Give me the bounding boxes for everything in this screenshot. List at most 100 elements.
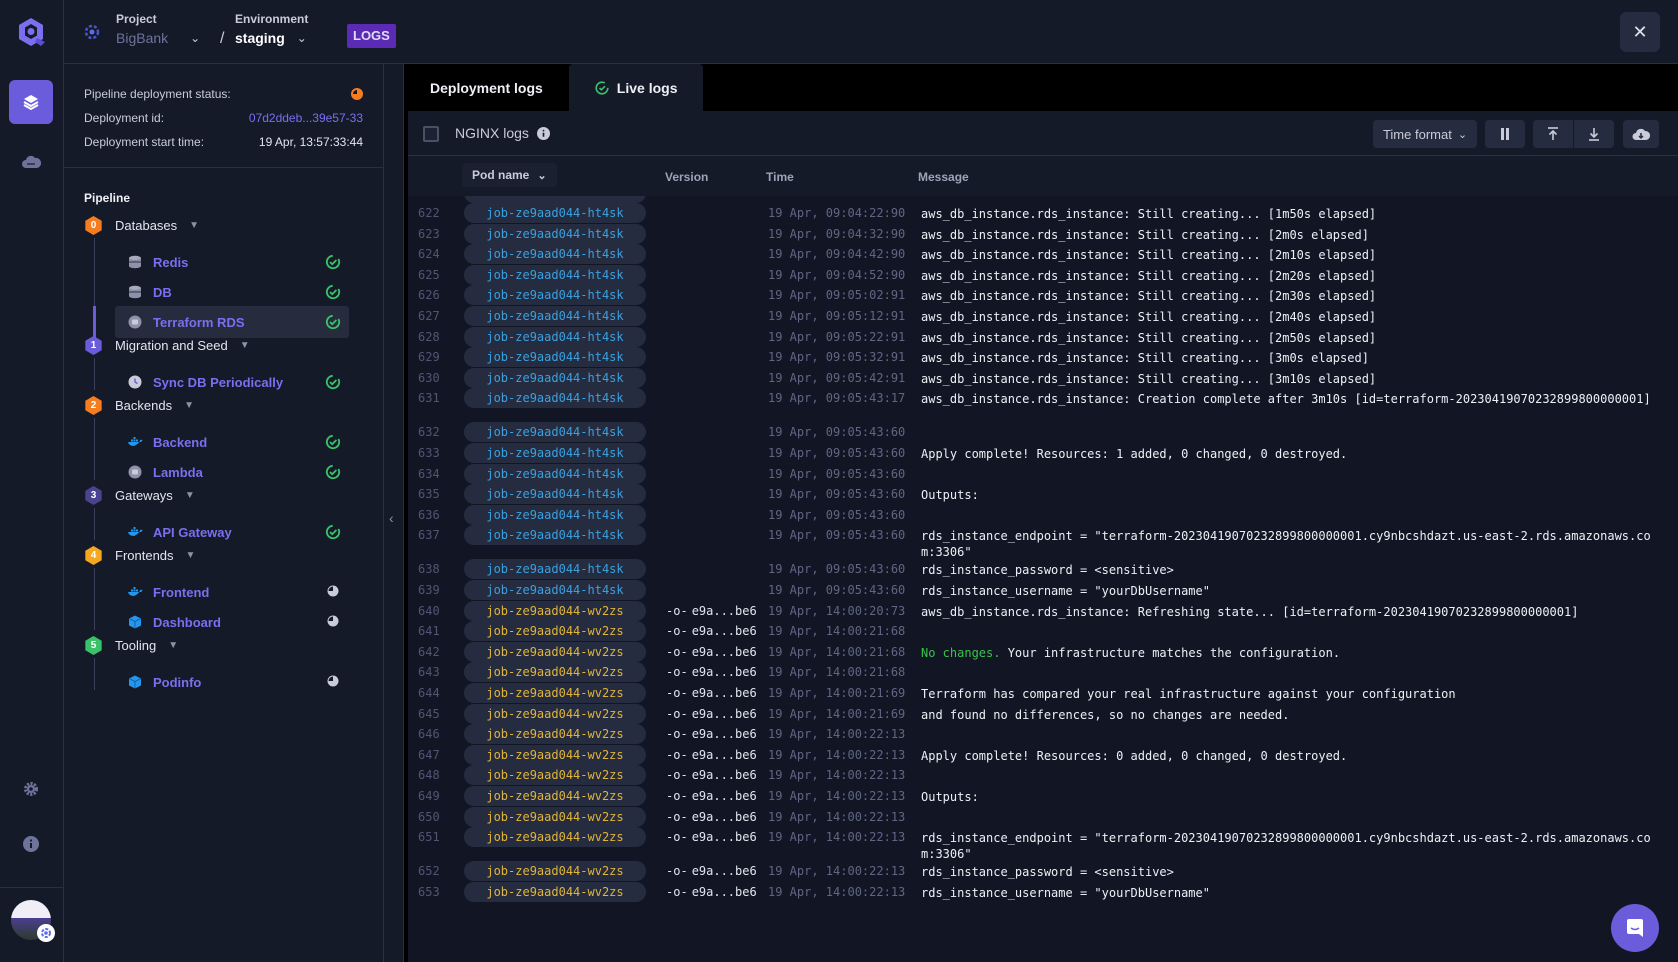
pipeline-service[interactable]: Sync DB Periodically [115, 366, 349, 398]
pod-chip[interactable]: job-ze9aad044-wv2zs [464, 744, 646, 765]
app-root: Project BigBank ⌄ / Environment staging … [0, 0, 1678, 962]
pod-chip[interactable]: job-ze9aad044-ht4sk [464, 244, 646, 265]
log-time: 19 Apr, 14:00:22:13 [768, 768, 906, 783]
pod-chip[interactable]: job-ze9aad044-ht4sk [464, 306, 646, 326]
pod-chip[interactable]: job-ze9aad044-wv2zs [464, 662, 646, 683]
pod-chip[interactable]: job-ze9aad044-wv2zs [464, 621, 646, 642]
pipeline-service[interactable]: Dashboard [115, 606, 349, 638]
log-message-text: aws_db_instance.rds_instance: Refreshing… [921, 604, 1579, 619]
project-label: Project [116, 12, 157, 26]
pod-chip[interactable]: job-ze9aad044-ht4sk [464, 580, 646, 600]
logo-icon[interactable] [15, 16, 47, 48]
rail-pipeline-button[interactable] [9, 80, 53, 124]
rail-settings-button[interactable] [9, 767, 53, 811]
pipeline-stage[interactable]: 3 Gateways ▼ [84, 486, 195, 505]
pod-chip[interactable]: job-ze9aad044-wv2zs [464, 600, 646, 621]
pipeline-service[interactable]: Frontend [115, 576, 349, 608]
caret-down-icon[interactable]: ▼ [185, 490, 195, 501]
pipeline-stage[interactable]: 0 Databases ▼ [84, 216, 199, 235]
line-number: 628 [418, 329, 440, 344]
pipeline-service[interactable]: DB [115, 276, 349, 308]
log-message-text: and found no differences, so no changes … [921, 707, 1290, 722]
scroll-bottom-button[interactable] [1574, 120, 1614, 148]
layers-icon [23, 95, 39, 111]
caret-down-icon[interactable]: ▼ [186, 550, 196, 561]
stage-connector [94, 568, 95, 630]
collapse-panel-handle[interactable]: ‹ [384, 64, 404, 962]
caret-down-icon[interactable]: ▼ [168, 640, 178, 651]
pod-chip[interactable]: job-ze9aad044-ht4sk [464, 285, 646, 306]
log-time: 19 Apr, 09:05:12:91 [768, 309, 906, 323]
pipeline-service[interactable]: Lambda [115, 456, 349, 488]
pod-chip[interactable]: job-ze9aad044-wv2zs [464, 881, 646, 902]
pipeline-stage[interactable]: 1 Migration and Seed ▼ [84, 336, 250, 355]
nginx-logs-checkbox[interactable] [423, 126, 439, 142]
line-number: 652 [418, 864, 440, 879]
line-number: 650 [418, 809, 440, 824]
pod-chip[interactable]: job-ze9aad044-wv2zs [464, 786, 646, 806]
environment-selector[interactable]: Environment staging ⌄ [235, 12, 308, 46]
pipeline-service[interactable]: Backend [115, 426, 349, 458]
rail-cloud-button[interactable] [9, 140, 53, 184]
pod-chip[interactable]: job-ze9aad044-ht4sk [464, 203, 646, 223]
pod-chip[interactable]: job-ze9aad044-wv2zs [464, 827, 646, 848]
pod-chip[interactable]: job-ze9aad044-ht4sk [464, 504, 646, 525]
pod-chip[interactable]: job-ze9aad044-wv2zs [464, 641, 646, 662]
pipeline-stage[interactable]: 2 Backends ▼ [84, 396, 194, 415]
pod-chip[interactable]: job-ze9aad044-ht4sk [464, 347, 646, 368]
status-success-icon [325, 314, 341, 330]
rail-info-button[interactable] [9, 822, 53, 866]
pod-chip[interactable]: job-ze9aad044-ht4sk [464, 388, 646, 409]
org-badge-icon [37, 924, 55, 942]
pod-chip[interactable]: job-ze9aad044-wv2zs [464, 861, 646, 882]
tab-deployment-logs[interactable]: Deployment logs [404, 64, 569, 111]
log-time: 19 Apr, 14:00:22:13 [768, 864, 906, 879]
caret-down-icon[interactable]: ▼ [240, 340, 250, 351]
pod-chip[interactable]: job-ze9aad044-wv2zs [464, 703, 646, 724]
pod-name-filter[interactable]: Pod name ⌄ [462, 163, 557, 187]
pod-chip[interactable]: job-ze9aad044-ht4sk [464, 484, 646, 505]
deployment-id-link[interactable]: 07d2ddeb...39e57-33 [249, 111, 363, 125]
pod-chip[interactable]: job-ze9aad044-ht4sk [464, 326, 646, 347]
pod-chip[interactable]: job-ze9aad044-ht4sk [464, 559, 646, 580]
pipeline-service[interactable]: Terraform RDS [115, 306, 349, 338]
pipeline-service[interactable]: Redis [115, 246, 349, 278]
pod-chip[interactable]: job-ze9aad044-ht4sk [464, 443, 646, 463]
pod-chip[interactable]: job-ze9aad044-ht4sk [464, 525, 646, 546]
pod-chip[interactable]: job-ze9aad044-wv2zs [464, 806, 646, 827]
pod-chip[interactable]: job-ze9aad044-wv2zs [464, 683, 646, 703]
info-icon[interactable] [536, 126, 550, 140]
project-selector[interactable]: Project BigBank ⌄ [116, 12, 200, 46]
log-rows[interactable]: 622 job-ze9aad044-ht4sk 19 Apr, 09:04:22:9… [408, 196, 1678, 962]
pod-chip[interactable]: job-ze9aad044-ht4sk [464, 223, 646, 244]
pipeline-service[interactable]: Podinfo [115, 666, 349, 698]
pipeline-stage[interactable]: 5 Tooling ▼ [84, 636, 178, 655]
caret-down-icon[interactable]: ▼ [184, 400, 194, 411]
pod-chip[interactable]: job-ze9aad044-wv2zs [464, 724, 646, 745]
pod-chip[interactable]: job-ze9aad044-ht4sk [464, 264, 646, 285]
pause-button[interactable] [1485, 120, 1525, 148]
service-name: API Gateway [153, 524, 232, 540]
caret-down-icon[interactable]: ▼ [189, 220, 199, 231]
user-avatar[interactable] [11, 900, 55, 942]
pod-chip[interactable]: job-ze9aad044-ht4sk [464, 367, 646, 388]
chat-support-button[interactable] [1611, 904, 1659, 952]
selected-indicator [93, 306, 96, 338]
pod-chip[interactable]: job-ze9aad044-ht4sk [464, 463, 646, 484]
pipeline-stage[interactable]: 4 Frontends ▼ [84, 546, 195, 565]
status-in-progress-icon [351, 88, 363, 100]
pod-chip[interactable]: job-ze9aad044-wv2zs [464, 765, 646, 786]
time-header: Time [766, 170, 794, 184]
log-message-text: aws_db_instance.rds_instance: Still crea… [921, 248, 1377, 263]
log-message-text: aws_db_instance.rds_instance: Creation c… [921, 392, 1651, 407]
close-button[interactable]: ✕ [1620, 12, 1660, 52]
scroll-top-button[interactable] [1533, 120, 1573, 148]
tab-live-logs[interactable]: Live logs [568, 64, 704, 111]
pod-chip[interactable]: job-ze9aad044-ht4sk [464, 422, 646, 443]
time-format-dropdown[interactable]: Time format ⌄ [1373, 120, 1477, 148]
pipeline-service[interactable]: API Gateway [115, 516, 349, 548]
stage-index-badge: 3 [85, 486, 102, 505]
project-icon [84, 24, 100, 40]
line-number: 636 [418, 507, 440, 522]
download-logs-button[interactable] [1623, 120, 1659, 148]
